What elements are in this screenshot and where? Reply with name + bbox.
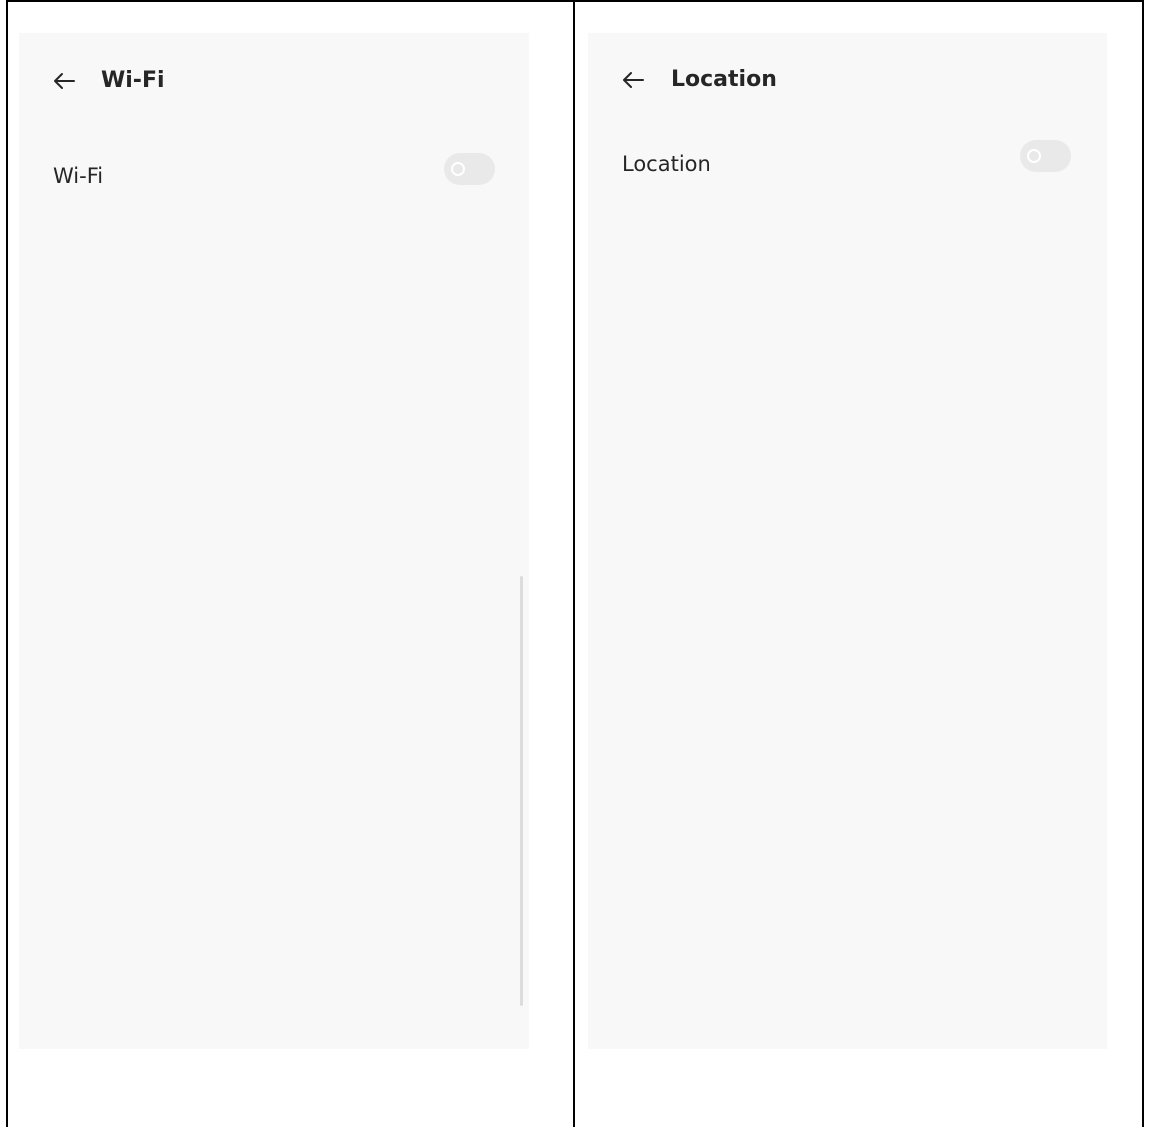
location-screen: Location Location (588, 33, 1107, 1049)
back-arrow-icon[interactable] (619, 66, 647, 94)
page-title: Location (671, 67, 777, 92)
panel-divider (573, 0, 575, 1127)
back-arrow-icon[interactable] (50, 67, 78, 95)
page-title: Wi-Fi (101, 68, 165, 93)
scrollbar[interactable] (520, 576, 523, 1006)
toggle-knob (1027, 149, 1041, 163)
location-label: Location (622, 152, 711, 176)
wifi-screen: Wi-Fi Wi-Fi (19, 33, 529, 1049)
location-toggle[interactable] (1020, 140, 1071, 172)
wifi-toggle[interactable] (444, 153, 495, 185)
toggle-knob (451, 162, 465, 176)
location-header: Location (588, 33, 1107, 127)
location-toggle-row[interactable]: Location (588, 134, 1107, 190)
wifi-toggle-row[interactable]: Wi-Fi (19, 146, 529, 202)
wifi-header: Wi-Fi (19, 33, 529, 127)
wifi-label: Wi-Fi (53, 164, 104, 188)
